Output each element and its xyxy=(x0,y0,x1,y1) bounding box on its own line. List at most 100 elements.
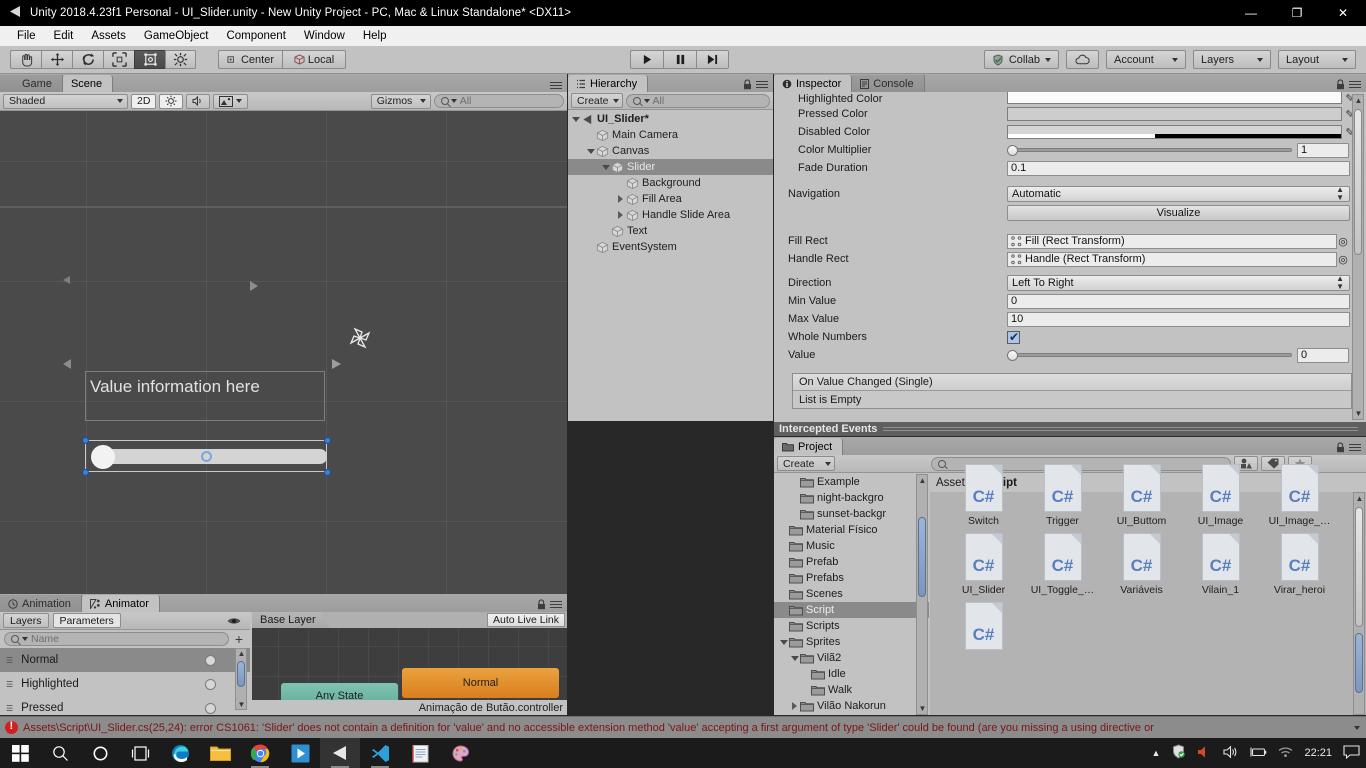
value-input[interactable]: 0 xyxy=(1297,347,1349,363)
inspector-menu-icon[interactable] xyxy=(1349,80,1361,89)
asset-item[interactable]: C# Trigger xyxy=(1023,464,1102,527)
layout-button[interactable]: Layout xyxy=(1278,50,1356,69)
action-center-icon[interactable] xyxy=(1343,744,1360,762)
scroll-down-arrow-icon[interactable]: ▼ xyxy=(1354,409,1363,418)
base-layer-tab[interactable]: Base Layer xyxy=(252,612,330,628)
shading-mode-dropdown[interactable]: Shaded xyxy=(3,93,128,109)
hierarchy-item-eventsystem[interactable]: EventSystem xyxy=(568,239,773,255)
pressed-color-swatch[interactable] xyxy=(1007,107,1342,121)
lock-icon[interactable] xyxy=(1336,79,1345,90)
minimize-button[interactable]: — xyxy=(1228,0,1274,26)
color-multiplier-value[interactable]: 1 xyxy=(1297,142,1349,158)
min-value-input[interactable]: 0 xyxy=(1007,293,1350,309)
file-explorer-icon[interactable] xyxy=(200,738,240,768)
anchor-top-right[interactable] xyxy=(324,437,331,444)
wifi-icon[interactable] xyxy=(1278,745,1293,761)
folder-item-walk[interactable]: Walk xyxy=(774,682,929,698)
asset-item[interactable]: C# xyxy=(944,602,1023,653)
highlighted-color-swatch[interactable] xyxy=(1007,92,1342,104)
animator-parameter-highlighted[interactable]: ☰ Highlighted xyxy=(0,672,250,696)
hierarchy-menu-icon[interactable] xyxy=(756,80,768,89)
add-parameter-button[interactable]: + xyxy=(232,632,246,646)
folder-item-sprites[interactable]: Sprites xyxy=(774,634,929,650)
drag-handle-icon[interactable]: ☰ xyxy=(6,656,13,665)
battery-icon[interactable] xyxy=(1249,746,1267,761)
task-view-icon[interactable] xyxy=(120,738,160,768)
asset-scroll-thumb[interactable] xyxy=(1355,507,1363,627)
hierarchy-create-button[interactable]: Create xyxy=(571,93,623,108)
start-button[interactable] xyxy=(0,738,40,768)
scene-effects-button[interactable] xyxy=(213,93,249,109)
scale-tool-button[interactable] xyxy=(103,50,134,69)
asset-item[interactable]: C# UI_Image_… xyxy=(1260,464,1339,527)
menu-item-gameobject[interactable]: GameObject xyxy=(135,28,218,44)
foldout-open-icon[interactable] xyxy=(789,655,800,661)
hierarchy-item-background[interactable]: Background xyxy=(568,175,773,191)
parameters-tab-button[interactable]: Parameters xyxy=(52,613,121,628)
fade-duration-input[interactable]: 0.1 xyxy=(1007,160,1350,176)
move-tool-button[interactable] xyxy=(41,50,72,69)
scene-view-menu-icon[interactable] xyxy=(550,81,562,90)
project-menu-icon[interactable] xyxy=(1349,443,1361,452)
drag-handle-icon[interactable]: ☰ xyxy=(6,704,13,713)
lock-icon[interactable] xyxy=(1336,442,1345,453)
asset-scroll-thumb-lower[interactable] xyxy=(1355,633,1363,693)
tab-game[interactable]: Game xyxy=(0,75,63,92)
step-button[interactable] xyxy=(696,50,729,69)
foldout-open-icon[interactable] xyxy=(600,164,611,170)
trigger-toggle[interactable] xyxy=(205,702,216,714)
animator-menu-icon[interactable] xyxy=(550,600,562,609)
folder-item-sunset-backgr[interactable]: sunset-backgr xyxy=(774,506,929,522)
notepad-icon[interactable] xyxy=(400,738,440,768)
folder-item-vil-o-nakorun[interactable]: Vilão Nakorun xyxy=(774,698,929,714)
animator-state-machine-view[interactable]: Base Layer Auto Live Link Any State Norm… xyxy=(252,612,567,715)
menu-item-component[interactable]: Component xyxy=(217,28,294,44)
auto-live-link-button[interactable]: Auto Live Link xyxy=(487,613,565,627)
cloud-button[interactable] xyxy=(1066,50,1099,69)
scroll-down-arrow-icon[interactable]: ▼ xyxy=(918,704,927,713)
scene-audio-button[interactable] xyxy=(186,93,211,109)
2d-toggle-button[interactable]: 2D xyxy=(131,93,157,109)
clock[interactable]: 22:21 xyxy=(1304,747,1332,759)
folder-item-scenes[interactable]: Scenes xyxy=(774,586,929,602)
object-picker-icon[interactable]: ◎ xyxy=(1337,253,1349,266)
tab-project[interactable]: Project xyxy=(774,438,844,455)
asset-item[interactable]: C# Switch xyxy=(944,464,1023,527)
color-multiplier-slider[interactable] xyxy=(1007,143,1292,157)
disabled-color-swatch[interactable] xyxy=(1007,125,1342,139)
lock-icon[interactable] xyxy=(537,599,546,610)
rotate-tool-button[interactable] xyxy=(72,50,103,69)
status-bar[interactable]: Assets\Script\UI_Slider.cs(25,24): error… xyxy=(0,716,1366,738)
asset-grid-scrollbar[interactable]: ▲ xyxy=(1353,492,1365,715)
cortana-icon[interactable] xyxy=(80,738,120,768)
scene-slider-handle[interactable] xyxy=(91,445,115,469)
folder-item-example[interactable]: Example xyxy=(774,474,929,490)
scene-text-element[interactable]: Value information here xyxy=(85,371,325,421)
visualize-button[interactable]: Visualize xyxy=(1007,205,1350,221)
inspector-scrollbar[interactable]: ▲ ▼ xyxy=(1352,94,1364,420)
foldout-closed-icon[interactable] xyxy=(615,195,626,203)
trigger-toggle[interactable] xyxy=(205,654,216,666)
pause-button[interactable] xyxy=(663,50,696,69)
scene-viewport[interactable]: Value information here xyxy=(0,111,567,594)
value-slider[interactable] xyxy=(1007,348,1292,362)
tab-scene[interactable]: Scene xyxy=(62,75,114,92)
anchor-top-left[interactable] xyxy=(82,437,89,444)
state-node-normal[interactable]: Normal xyxy=(402,668,559,698)
scroll-up-arrow-icon[interactable]: ▲ xyxy=(237,649,246,658)
asset-item[interactable]: C# UI_Image xyxy=(1181,464,1260,527)
pivot-mode-button[interactable]: Center xyxy=(218,50,282,69)
hierarchy-item-slider[interactable]: Slider xyxy=(568,159,773,175)
unity-icon[interactable] xyxy=(320,738,360,768)
gizmos-dropdown[interactable]: Gizmos xyxy=(370,93,431,109)
folder-scroll-thumb[interactable] xyxy=(918,517,926,597)
anchor-bottom-right[interactable] xyxy=(324,469,331,476)
max-value-input[interactable]: 10 xyxy=(1007,311,1350,327)
space-mode-button[interactable]: Local xyxy=(282,50,346,69)
trigger-toggle[interactable] xyxy=(205,678,216,690)
parameter-scrollbar[interactable]: ▲ ▼ xyxy=(235,648,247,710)
folder-item-prefab[interactable]: Prefab xyxy=(774,554,929,570)
layers-tab-button[interactable]: Layers xyxy=(3,613,49,628)
asset-item[interactable]: C# UI_Toggle_… xyxy=(1023,533,1102,596)
object-picker-icon[interactable]: ◎ xyxy=(1337,235,1349,248)
